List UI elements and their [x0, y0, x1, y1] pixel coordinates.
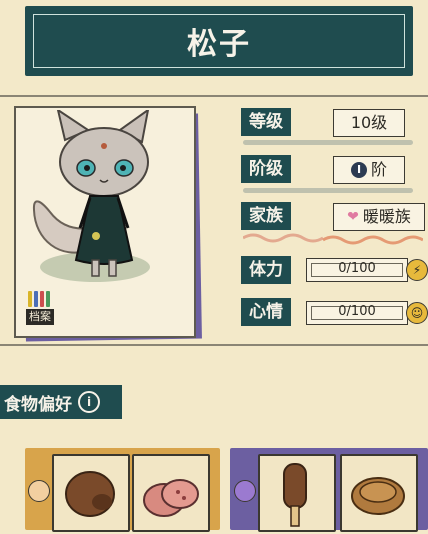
pet-name: 松子: [33, 14, 405, 68]
title-bar: 松子: [25, 6, 413, 76]
devil-face-icon: [234, 480, 256, 502]
food-item-ham[interactable]: [132, 454, 210, 532]
cat-head: [59, 127, 149, 197]
info-icon[interactable]: i: [78, 391, 100, 413]
level-value: 10级: [333, 109, 405, 137]
stamina-value: 0/100: [338, 261, 376, 276]
mooncake-icon: [351, 477, 405, 515]
archive-button[interactable]: 档案: [26, 291, 56, 327]
stage-value: 阶: [370, 160, 387, 179]
food-preference-title: 食物偏好: [4, 394, 72, 415]
family-label: 家族: [241, 202, 291, 230]
archive-icon: [28, 291, 50, 307]
cat-forehead-mark: [101, 143, 107, 149]
divider-smudge: [243, 188, 413, 193]
mood-bar: 0/100: [306, 301, 408, 325]
family-value: 暖暖族: [362, 207, 411, 226]
divider: [0, 95, 428, 97]
divider-smudge: [243, 140, 413, 145]
mood-value: 0/100: [338, 304, 376, 319]
archive-label: 档案: [26, 309, 54, 325]
food-preference-header: 食物偏好 i: [0, 385, 122, 419]
food-item-chocolate[interactable]: [52, 454, 130, 532]
family-value-box[interactable]: ❤ 暖暖族: [333, 203, 425, 231]
ice-cream-bar-icon: [283, 463, 307, 527]
lightning-icon: ⚡: [406, 259, 428, 281]
stage-label: 阶级: [241, 155, 291, 183]
stage-value-box: I 阶: [333, 156, 405, 184]
ham-icon: [143, 479, 199, 517]
smiley-icon: ☺: [406, 302, 428, 324]
cat-dress: [74, 195, 134, 265]
divider: [0, 344, 428, 346]
level-label: 等级: [241, 108, 291, 136]
cat-illustration: [32, 110, 150, 277]
mood-label: 心情: [241, 298, 291, 326]
stamina-bar: 0/100: [306, 258, 408, 282]
heart-icon: ❤: [347, 209, 359, 225]
wavy-divider: [243, 233, 423, 245]
stamina-label: 体力: [241, 256, 291, 284]
food-item-mooncake[interactable]: [340, 454, 418, 532]
happy-face-icon: [28, 480, 50, 502]
food-item-ice-cream-bar[interactable]: [258, 454, 336, 532]
stage-badge-icon: I: [350, 162, 367, 178]
chocolate-icon: [65, 471, 115, 517]
